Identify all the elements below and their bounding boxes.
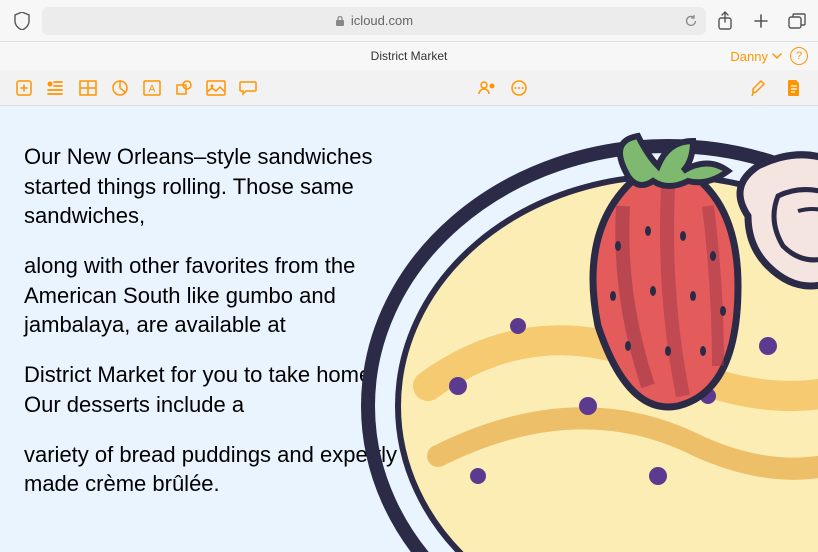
browser-bar: icloud.com: [0, 0, 818, 42]
paragraph-style-button[interactable]: [42, 76, 70, 100]
shape-button[interactable]: [170, 76, 198, 100]
table-button[interactable]: [74, 76, 102, 100]
privacy-shield-icon[interactable]: [10, 9, 34, 33]
new-tab-icon[interactable]: [750, 10, 772, 32]
collaborate-button[interactable]: [473, 76, 501, 100]
address-text: icloud.com: [351, 13, 413, 28]
document-header: District Market Danny ?: [0, 42, 818, 70]
refresh-icon[interactable]: [684, 14, 698, 28]
chart-button[interactable]: [106, 76, 134, 100]
more-button[interactable]: [505, 76, 533, 100]
address-bar[interactable]: icloud.com: [42, 7, 706, 35]
user-menu[interactable]: Danny: [730, 49, 782, 64]
tabs-overview-icon[interactable]: [786, 10, 808, 32]
insert-page-button[interactable]: [10, 76, 38, 100]
media-button[interactable]: [202, 76, 230, 100]
chevron-down-icon: [772, 52, 782, 60]
share-icon[interactable]: [714, 10, 736, 32]
document-options-button[interactable]: [780, 76, 808, 100]
dessert-illustration: [338, 106, 818, 552]
document-canvas[interactable]: Our New Orleans–style sandwiches started…: [0, 106, 818, 552]
toolbar-center-group: [473, 76, 533, 100]
text-box-button[interactable]: A: [138, 76, 166, 100]
toolbar: A: [0, 70, 818, 106]
toolbar-left-group: A: [10, 76, 262, 100]
toolbar-right-group: [744, 76, 808, 100]
browser-actions: [714, 10, 808, 32]
help-button[interactable]: ?: [790, 47, 808, 65]
document-title: District Market: [371, 49, 448, 63]
comment-button[interactable]: [234, 76, 262, 100]
svg-text:A: A: [149, 84, 156, 95]
format-brush-button[interactable]: [744, 76, 772, 100]
user-name-label: Danny: [730, 49, 768, 64]
lock-icon: [335, 15, 345, 27]
